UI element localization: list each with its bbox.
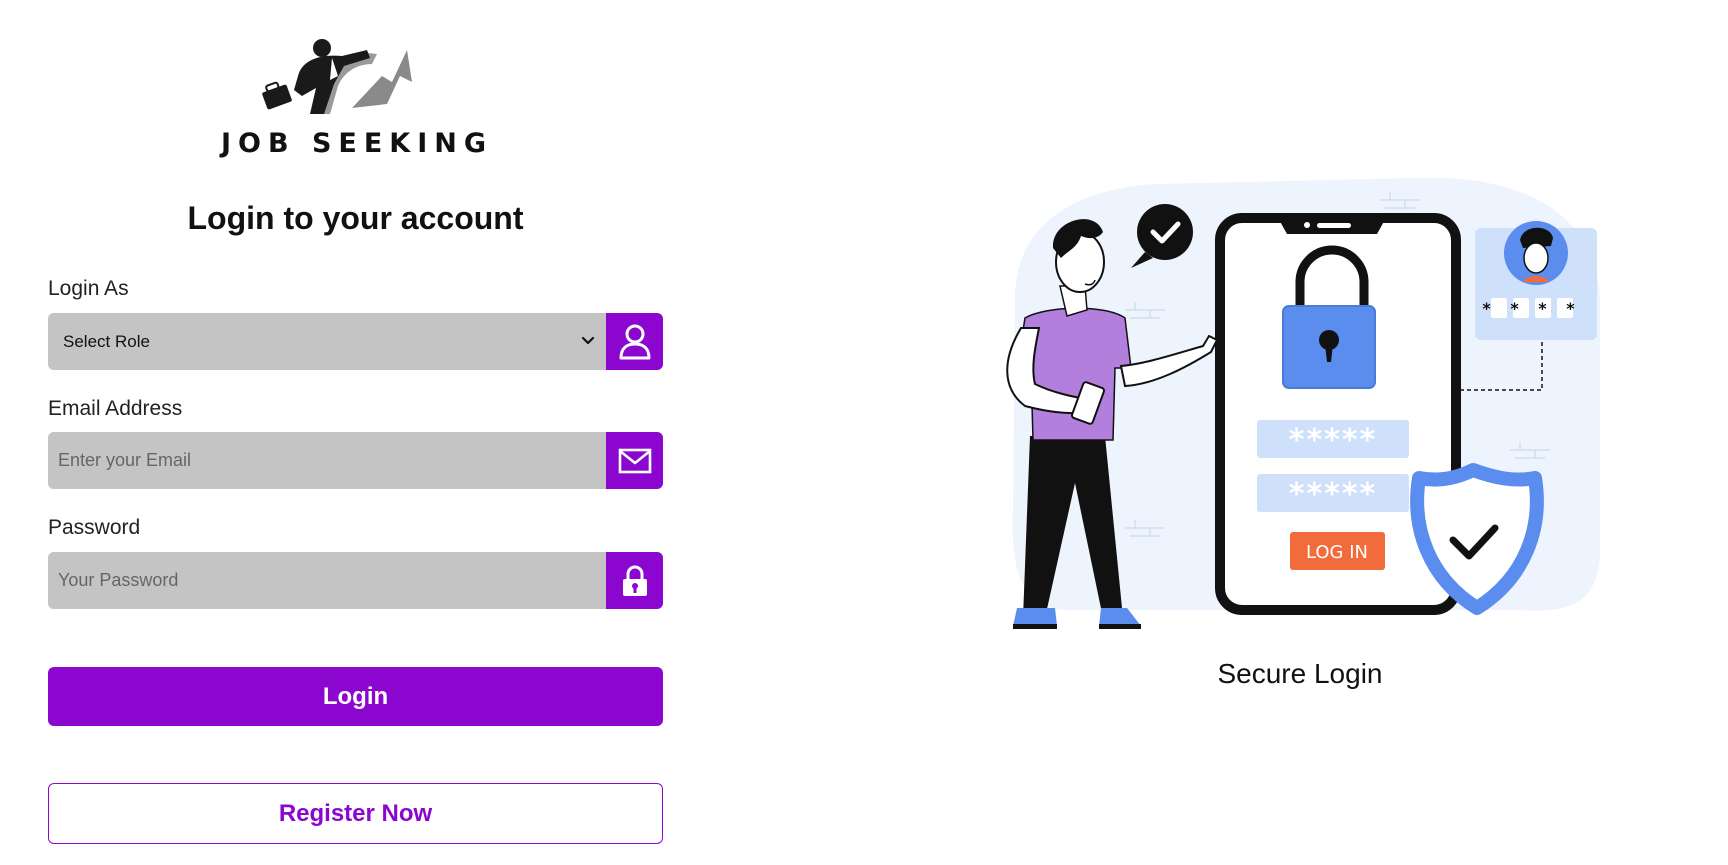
role-label: Login As (48, 277, 129, 300)
phone-password-mask-2: ***** (1289, 477, 1377, 512)
page-title: Login to your account (187, 200, 524, 236)
pin-mask: * * * * (1482, 299, 1581, 318)
role-select[interactable]: Select Role (48, 313, 606, 370)
job-seeking-logo-icon (262, 39, 412, 114)
brand-logo: JOB SEEKING (202, 36, 512, 161)
phone-password-mask-1: ***** (1289, 423, 1377, 458)
login-panel: JOB SEEKING Login to your account Login … (48, 0, 663, 865)
password-field (48, 552, 663, 609)
login-button[interactable]: Login (48, 667, 663, 726)
user-icon (619, 324, 650, 359)
lock-icon-box (606, 552, 663, 609)
illustration-svg: ***** ***** LOG IN * * * * (1006, 177, 1600, 629)
mail-icon (618, 448, 651, 473)
email-field (48, 432, 663, 489)
secure-login-illustration: ***** ***** LOG IN * * * * (995, 177, 1605, 638)
secure-login-caption: Secure Login (1217, 658, 1383, 689)
email-label: Email Address (48, 397, 183, 420)
password-label: Password (48, 516, 141, 539)
password-input[interactable] (48, 552, 606, 609)
role-field: Select Role (48, 313, 663, 370)
brand-name: JOB SEEKING (220, 128, 494, 159)
email-input[interactable] (48, 432, 606, 489)
user-icon-box (606, 313, 663, 370)
profile-card: * * * * (1475, 221, 1597, 340)
register-now-button[interactable]: Register Now (48, 783, 663, 844)
phone-login-label: LOG IN (1306, 542, 1368, 563)
mail-icon-box (606, 432, 663, 489)
lock-icon (622, 565, 647, 596)
